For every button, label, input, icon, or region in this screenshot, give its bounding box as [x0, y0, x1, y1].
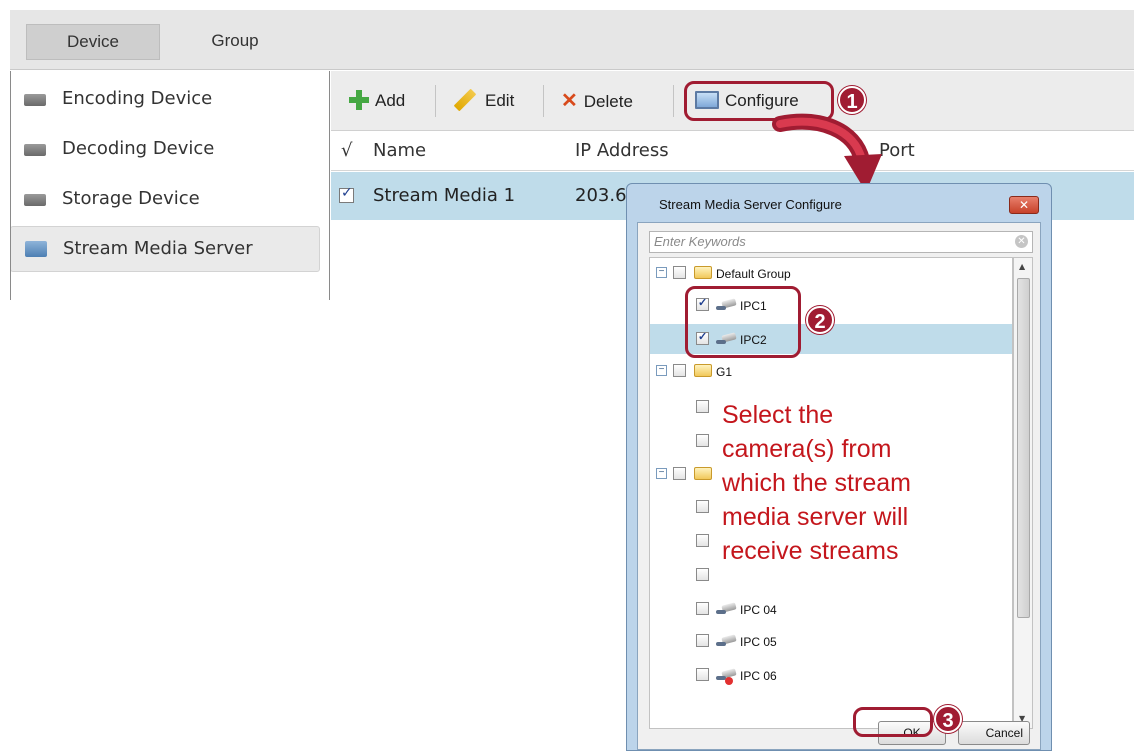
- keyword-search-input[interactable]: Enter Keywords ✕: [649, 231, 1033, 253]
- sidebar-item-label: Storage Device: [62, 188, 200, 209]
- encoding-device-icon: [24, 94, 46, 106]
- tree-node-label: IPC 05: [740, 635, 777, 649]
- column-header-check[interactable]: √: [341, 140, 352, 161]
- scrollbar-thumb[interactable]: [1017, 278, 1030, 618]
- group-checkbox[interactable]: [673, 266, 686, 279]
- sidebar-item-label: Encoding Device: [62, 88, 213, 109]
- tree-node-ipc-05[interactable]: IPC 05: [650, 626, 1012, 656]
- plus-icon: [349, 90, 369, 110]
- clear-icon[interactable]: ✕: [1015, 235, 1028, 248]
- pencil-icon: [453, 88, 477, 112]
- device-table-header: √ Name IP Address Port: [331, 131, 1134, 171]
- camera-checkbox[interactable]: [696, 634, 709, 647]
- folder-icon: [694, 266, 712, 279]
- edit-button[interactable]: Edit: [453, 87, 514, 117]
- toolbar-divider: [435, 85, 436, 117]
- camera-checkbox[interactable]: [696, 568, 709, 581]
- dialog-title: Stream Media Server Configure: [659, 197, 842, 212]
- tree-node-label: IPC 06: [740, 669, 777, 683]
- step-2-badge: 2: [806, 306, 834, 334]
- group-checkbox[interactable]: [673, 364, 686, 377]
- tab-device[interactable]: Device: [26, 24, 160, 60]
- camera-icon: [716, 603, 736, 615]
- camera-checkbox[interactable]: [696, 534, 709, 547]
- camera-checkbox[interactable]: [696, 602, 709, 615]
- tree-scrollbar[interactable]: ▲ ▼: [1013, 257, 1033, 729]
- tab-group[interactable]: Group: [180, 24, 290, 60]
- step-3-badge: 3: [934, 705, 962, 733]
- sidebar-item-label: Stream Media Server: [63, 238, 253, 259]
- collapse-icon[interactable]: −: [656, 468, 667, 479]
- column-header-ip-address[interactable]: IP Address: [575, 140, 669, 161]
- delete-x-icon: ✕: [561, 90, 578, 112]
- sidebar-item-decoding-device[interactable]: Decoding Device: [10, 127, 320, 173]
- decoding-device-icon: [24, 144, 46, 156]
- tree-node-label: IPC 04: [740, 603, 777, 617]
- add-button[interactable]: Add: [349, 87, 405, 117]
- toolbar-divider: [673, 85, 674, 117]
- tree-node-ipc-06[interactable]: IPC 06: [650, 660, 1012, 690]
- sidebar-item-label: Decoding Device: [62, 138, 215, 159]
- camera-checkbox[interactable]: [696, 668, 709, 681]
- collapse-icon[interactable]: −: [656, 365, 667, 376]
- top-tab-bar: Device Group: [10, 10, 1134, 70]
- close-button[interactable]: ✕: [1009, 196, 1039, 214]
- camera-checkbox[interactable]: [696, 400, 709, 413]
- camera-icon: [716, 635, 736, 647]
- sidebar-item-stream-media-server[interactable]: Stream Media Server: [10, 226, 320, 272]
- group-checkbox[interactable]: [673, 467, 686, 480]
- tree-node-label: G1: [716, 365, 733, 379]
- camera-checkbox[interactable]: [696, 500, 709, 513]
- error-icon: [725, 677, 733, 685]
- delete-button[interactable]: ✕ Delete: [561, 87, 633, 117]
- camera-checkbox[interactable]: [696, 434, 709, 447]
- folder-icon: [694, 467, 712, 480]
- instruction-note: Select the camera(s) from which the stre…: [722, 398, 942, 568]
- row-name: Stream Media 1: [373, 185, 516, 206]
- storage-device-icon: [24, 194, 46, 206]
- camera-selection-highlight: [685, 286, 801, 358]
- scroll-up-icon[interactable]: ▲: [1019, 262, 1025, 271]
- cancel-button[interactable]: Cancel: [958, 721, 1030, 745]
- ok-highlight: [853, 707, 933, 737]
- sidebar-item-encoding-device[interactable]: Encoding Device: [10, 77, 320, 123]
- tree-node-label: Default Group: [716, 267, 791, 281]
- folder-icon: [694, 364, 712, 377]
- row-ip-address: 203.6: [575, 185, 627, 206]
- sidebar-item-storage-device[interactable]: Storage Device: [10, 177, 320, 223]
- frame-border: [10, 71, 11, 300]
- tree-node-ipc-04[interactable]: IPC 04: [650, 594, 1012, 624]
- collapse-icon[interactable]: −: [656, 267, 667, 278]
- row-checkbox[interactable]: [339, 185, 354, 203]
- tree-node-g1[interactable]: − G1: [650, 356, 1012, 386]
- column-header-name[interactable]: Name: [373, 140, 426, 161]
- tree-node-default-group[interactable]: − Default Group: [650, 258, 1012, 288]
- stream-media-server-icon: [25, 241, 47, 257]
- device-type-sidebar: Encoding Device Decoding Device Storage …: [10, 71, 330, 300]
- toolbar-divider: [543, 85, 544, 117]
